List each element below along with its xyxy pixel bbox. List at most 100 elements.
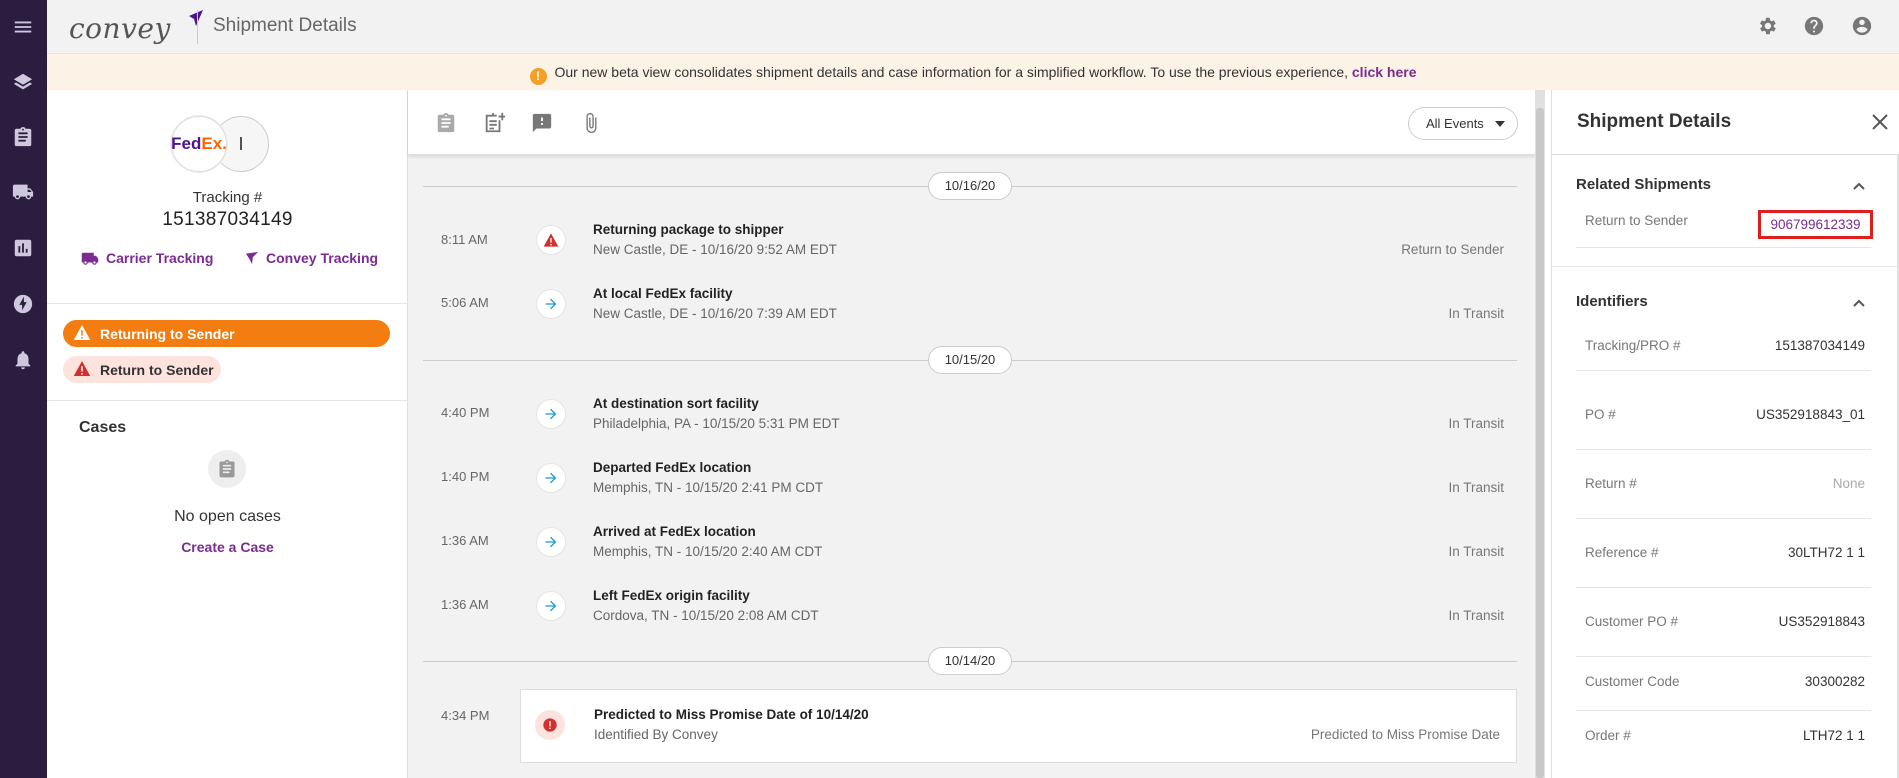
chevron-up-icon[interactable] xyxy=(1851,295,1867,311)
row-divider xyxy=(1576,656,1871,657)
event-location: Cordova, TN - 10/15/20 2:08 AM CDT xyxy=(593,608,819,623)
carrier-tracking-label: Carrier Tracking xyxy=(106,250,214,266)
row-divider xyxy=(1576,449,1871,450)
related-shipment-label: Return to Sender xyxy=(1585,213,1688,228)
event-title: Arrived at FedEx location xyxy=(593,524,756,539)
clipboard-icon[interactable] xyxy=(9,123,37,151)
identifier-value: US352918843 xyxy=(1778,614,1865,629)
status-badge-returning: Returning to Sender xyxy=(63,320,390,347)
logo-divider xyxy=(197,10,198,44)
identifier-value: LTH72 1 1 xyxy=(1802,728,1865,743)
event-location: New Castle, DE - 10/16/20 7:39 AM EDT xyxy=(593,306,837,321)
identifier-value: 30300282 xyxy=(1804,674,1865,689)
related-shipments-title: Related Shipments xyxy=(1576,176,1712,193)
divider xyxy=(47,303,408,304)
event-title: At destination sort facility xyxy=(593,396,759,411)
event-status: Predicted to Miss Promise Date xyxy=(1310,727,1500,742)
shipment-details-panel: Shipment Details Related Shipments Retur… xyxy=(1551,90,1899,778)
event-time: 5:06 AM xyxy=(441,295,489,310)
section-divider xyxy=(1552,266,1897,267)
events-filter-value: All Events xyxy=(1426,116,1484,131)
banner-text: Our new beta view consolidates shipment … xyxy=(554,64,1349,80)
status-badge-return: Return to Sender xyxy=(63,356,221,383)
create-case-link[interactable]: Create a Case xyxy=(47,539,408,555)
status-badge-label: Returning to Sender xyxy=(100,325,235,342)
menu-icon[interactable] xyxy=(9,13,37,41)
identifier-label: Reference # xyxy=(1585,545,1659,560)
event-title: Returning package to shipper xyxy=(593,222,784,237)
warning-icon xyxy=(73,360,91,380)
identifier-label: Order # xyxy=(1585,728,1631,743)
timeline-scrollbar[interactable] xyxy=(1535,90,1545,778)
chevron-down-icon xyxy=(1495,121,1505,127)
event-status: In Transit xyxy=(1448,480,1504,495)
row-divider xyxy=(1576,518,1871,519)
event-time: 1:36 AM xyxy=(441,597,489,612)
fedex-logo: Fed Ex. xyxy=(171,116,227,172)
events-filter-select[interactable]: All Events xyxy=(1408,107,1518,140)
related-shipment-link[interactable]: 906799612339 xyxy=(1758,210,1873,239)
banner-link[interactable]: click here xyxy=(1352,64,1417,80)
event-location: Memphis, TN - 10/15/20 2:41 PM CDT xyxy=(593,480,824,495)
identifiers-title: Identifiers xyxy=(1576,293,1648,310)
top-bar: convey Shipment Details xyxy=(47,0,1899,54)
logo-text: convey xyxy=(69,12,171,45)
identifier-label: Customer Code xyxy=(1585,674,1680,689)
tracking-number: 151387034149 xyxy=(162,209,293,230)
row-divider xyxy=(1576,587,1871,588)
event-status: In Transit xyxy=(1448,416,1504,431)
event-location: Identified By Convey xyxy=(594,727,718,742)
identifier-value: None xyxy=(1832,476,1865,491)
attachment-icon[interactable] xyxy=(578,110,604,136)
event-time: 4:34 PM xyxy=(441,708,490,723)
event-time: 1:36 AM xyxy=(441,533,489,548)
identifier-label: Return # xyxy=(1585,476,1637,491)
truck-icon[interactable] xyxy=(9,178,37,206)
arrow-right-icon xyxy=(536,289,566,319)
account-icon[interactable] xyxy=(1850,14,1874,38)
cases-title: Cases xyxy=(79,419,127,436)
gear-icon[interactable] xyxy=(1755,14,1779,38)
layers-icon[interactable] xyxy=(9,68,37,96)
event-location: New Castle, DE - 10/16/20 9:52 AM EDT xyxy=(593,242,837,257)
event-time: 4:40 PM xyxy=(441,405,490,420)
convey-tracking-link[interactable]: Convey Tracking xyxy=(245,250,378,266)
help-icon[interactable] xyxy=(1802,14,1826,38)
beta-banner: ! Our new beta view consolidates shipment… xyxy=(47,54,1899,90)
notes-icon[interactable] xyxy=(433,110,459,136)
feedback-icon[interactable] xyxy=(529,110,555,136)
bell-icon[interactable] xyxy=(9,346,37,374)
add-note-icon[interactable] xyxy=(481,110,507,136)
event-time: 8:11 AM xyxy=(441,232,488,247)
carrier-tracking-link[interactable]: Carrier Tracking xyxy=(81,250,213,266)
details-title: Shipment Details xyxy=(1577,111,1732,132)
truck-icon xyxy=(81,252,99,265)
convey-mark-icon xyxy=(245,251,259,265)
date-pill: 10/15/20 xyxy=(928,346,1012,374)
arrow-right-icon xyxy=(536,591,566,621)
scrollbar-thumb[interactable] xyxy=(1536,108,1544,778)
convey-logo[interactable]: convey xyxy=(69,8,203,46)
event-time: 1:40 PM xyxy=(441,469,490,484)
fedex-logo-part1: Fed xyxy=(171,134,202,153)
lightning-icon[interactable] xyxy=(9,290,37,318)
predicted-miss-card: Predicted to Miss Promise Date of 10/14/… xyxy=(520,689,1517,763)
row-divider xyxy=(1576,247,1871,248)
bar-chart-icon[interactable] xyxy=(9,234,37,262)
chevron-up-icon[interactable] xyxy=(1851,178,1867,194)
event-status: In Transit xyxy=(1448,608,1504,623)
identifier-label: Tracking/PRO # xyxy=(1585,338,1681,353)
convey-tracking-label: Convey Tracking xyxy=(266,250,379,266)
event-title: Departed FedEx location xyxy=(593,460,752,475)
page-title: Shipment Details xyxy=(213,15,357,36)
tracking-label: Tracking # xyxy=(192,189,263,206)
fedex-logo-suffix: . xyxy=(222,134,227,153)
timeline-toolbar: All Events xyxy=(408,90,1535,155)
identifier-label: Customer PO # xyxy=(1585,614,1679,629)
close-icon[interactable] xyxy=(1870,112,1890,132)
divider xyxy=(47,400,408,401)
event-status: Return to Sender xyxy=(1401,242,1504,257)
identifier-value: 151387034149 xyxy=(1774,338,1865,353)
arrow-right-icon xyxy=(536,527,566,557)
info-alert-icon: ! xyxy=(529,68,547,85)
